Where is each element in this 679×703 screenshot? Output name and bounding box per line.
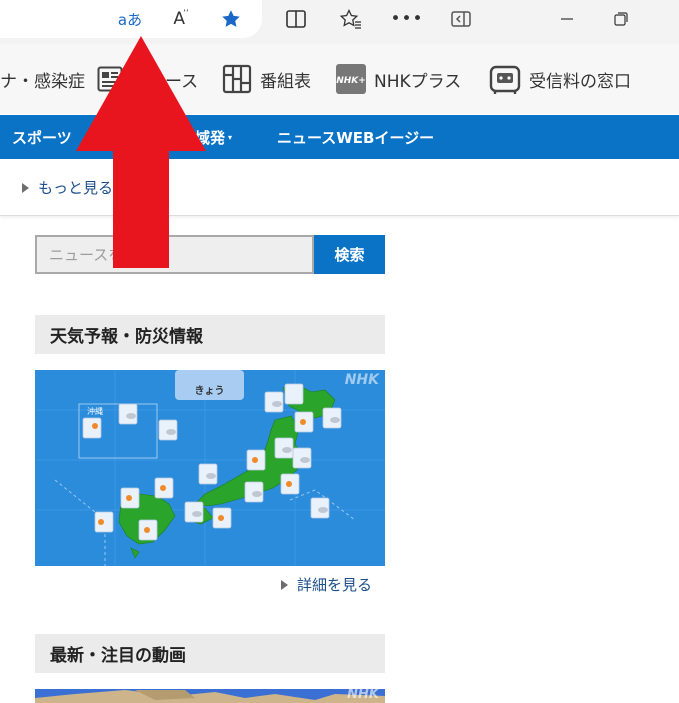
- caret-down-icon: ▾: [228, 132, 233, 142]
- triangle-right-icon: [281, 579, 288, 590]
- tv-icon: [489, 63, 521, 95]
- weather-heading: 天気予報・防災情報: [35, 315, 385, 354]
- split-screen-button[interactable]: [281, 0, 311, 38]
- star-filled-icon: [222, 10, 240, 27]
- video-map-image: [35, 690, 385, 703]
- immersive-reader-button[interactable]: aあ: [112, 0, 148, 38]
- link-program-guide[interactable]: 番組表: [222, 44, 311, 114]
- nhk-watermark: NHK: [347, 689, 379, 702]
- today-tab: きょう: [194, 386, 225, 397]
- favorites-list-icon: [339, 8, 361, 29]
- settings-more-button[interactable]: •••: [390, 0, 424, 38]
- favorite-star-button[interactable]: [216, 0, 246, 38]
- nav-label: ニュースWEBイージー: [277, 128, 435, 147]
- minimize-icon: [561, 18, 573, 20]
- link-reception-fee[interactable]: 受信料の窓口: [489, 44, 631, 114]
- svg-text:NHK+: NHK+: [336, 76, 366, 86]
- detail-link-label: 詳細を見る: [297, 576, 373, 594]
- favorites-button[interactable]: [336, 0, 366, 38]
- weather-detail-link[interactable]: 詳細を見る: [281, 574, 372, 595]
- video-heading: 最新・注目の動画: [35, 634, 385, 673]
- nhk-watermark: NHK: [344, 372, 379, 388]
- hide-sidebar-button[interactable]: [446, 0, 476, 38]
- link-label: NHKプラス: [374, 71, 462, 92]
- nhk-plus-icon: NHK+: [336, 64, 366, 94]
- grid-icon: [222, 64, 252, 94]
- search-button[interactable]: 検索: [314, 235, 385, 274]
- split-screen-icon: [286, 10, 306, 28]
- nav-label: スポーツ: [12, 128, 72, 147]
- link-label: ナ・感染症: [0, 71, 85, 92]
- nav-sports[interactable]: スポーツ: [12, 115, 72, 159]
- nav-news-web-easy[interactable]: ニュースWEBイージー: [277, 115, 434, 159]
- okinawa-label: 沖縄: [87, 407, 103, 416]
- link-nhk-plus[interactable]: NHK+ NHKプラス: [336, 44, 461, 114]
- japan-weather-map-image: [35, 370, 385, 566]
- read-aloud-button[interactable]: A ʼʼ: [166, 0, 196, 38]
- minimize-button[interactable]: [552, 0, 582, 38]
- restore-icon: [614, 12, 628, 26]
- restore-button[interactable]: [606, 0, 636, 38]
- read-aloud-icon: A ʼʼ: [173, 9, 189, 29]
- link-corona[interactable]: ナ・感染症: [0, 44, 85, 114]
- link-label: 受信料の窓口: [529, 71, 631, 92]
- weather-map[interactable]: きょう 沖縄 NHK: [35, 370, 385, 566]
- sidebar-collapse-icon: [451, 11, 471, 27]
- red-arrow-annotation: [76, 36, 206, 268]
- immersive-reader-label: aあ: [117, 10, 143, 29]
- more-dots-icon: •••: [390, 9, 424, 29]
- triangle-right-icon: [22, 182, 29, 193]
- video-thumbnail[interactable]: NHK: [35, 689, 385, 703]
- link-label: 番組表: [260, 71, 311, 92]
